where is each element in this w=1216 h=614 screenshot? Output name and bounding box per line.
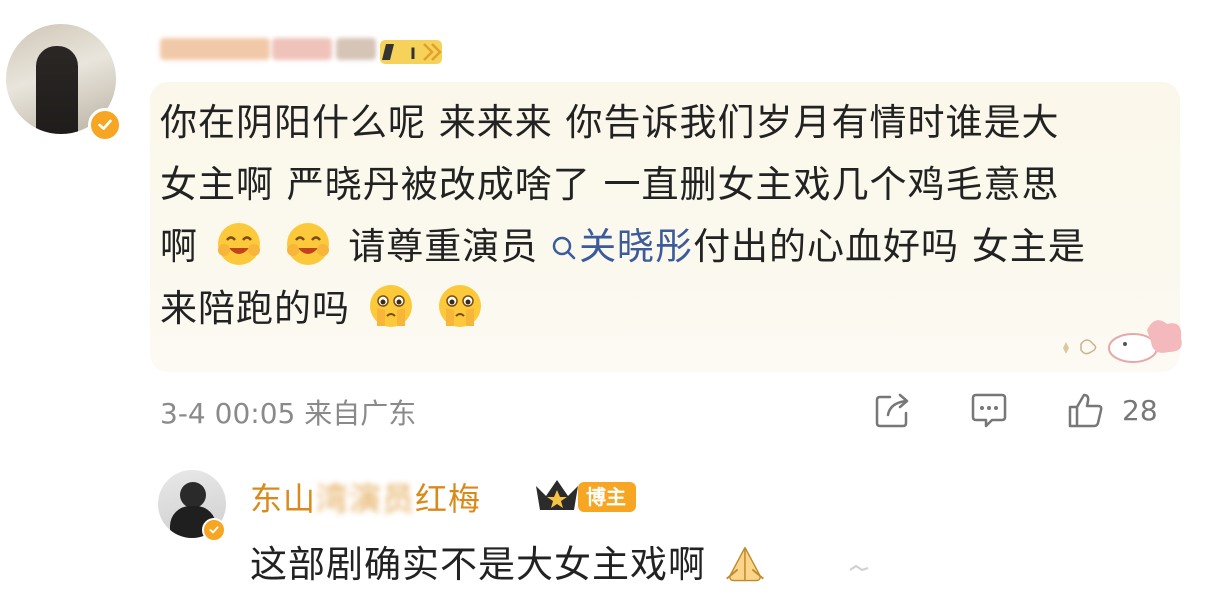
laughing-emoji-icon: [217, 223, 260, 265]
crying-emoji-icon: [438, 285, 481, 327]
comment-text-segment: 啊: [160, 225, 198, 268]
topic-link[interactable]: 关晓彤: [551, 225, 693, 268]
like-count: 28: [1122, 393, 1158, 427]
blurred-name-segment: [336, 38, 376, 60]
blurred-name-segment: [272, 38, 332, 60]
comment-text-segment: 付出的心血好吗 女主是: [693, 225, 1086, 268]
commenter-name-blurred[interactable]: I: [160, 34, 442, 68]
comment-line: 来陪跑的吗: [160, 278, 1160, 340]
avatar-head: [180, 482, 206, 508]
share-button[interactable]: [874, 390, 912, 430]
crying-emoji-icon: [369, 285, 412, 327]
reply-text: 这部剧确实不是大女主戏啊: [250, 543, 706, 586]
comment-icon: [971, 393, 1007, 428]
verified-icon: [202, 518, 226, 542]
pray-hands-emoji-icon: [725, 547, 764, 582]
share-icon: [875, 393, 909, 428]
sticker-decoration-icon: [1063, 320, 1182, 363]
level-badge-icon: I: [380, 40, 442, 64]
search-icon: [552, 236, 576, 260]
verified-icon: [88, 108, 122, 142]
avatar-figure: [36, 46, 78, 134]
svg-text:I: I: [410, 44, 416, 63]
like-button[interactable]: 28: [1066, 390, 1158, 430]
reply-body: 这部剧确实不是大女主戏啊: [250, 534, 771, 588]
blogger-badge: 博主: [578, 482, 636, 512]
blurred-name-segment: [160, 38, 270, 60]
topic-link-label: 关晓彤: [579, 225, 694, 268]
reply-name-part: 东山: [250, 480, 317, 518]
comment-body: 你在阴阳什么呢 来来来 你告诉我们岁月有情时谁是大 女主啊 严晓丹被改成啥了 一…: [160, 92, 1160, 340]
reply-name-part: 红梅: [415, 480, 482, 518]
comment-line: 啊 请尊重演员 关晓彤付出的心血好吗 女主是: [160, 216, 1160, 278]
weibo-comment-thread: I 你在阴阳什么呢 来来来 你告诉我们岁月有情时谁是大 女主啊 严晓丹被改成啥了…: [0, 0, 1216, 614]
comment-text-segment: 来陪跑的吗: [160, 287, 350, 330]
crown-icon: [536, 480, 578, 510]
sparkle-decoration-icon: [849, 564, 869, 572]
comment-line: 你在阴阳什么呢 来来来 你告诉我们岁月有情时谁是大: [160, 101, 1060, 144]
like-icon: [1068, 393, 1103, 428]
laughing-emoji-icon: [286, 223, 329, 265]
comment-meta: 3-4 00:05 来自广东: [160, 397, 417, 430]
comment-button[interactable]: [970, 390, 1008, 430]
comment-text-segment: 请尊重演员: [348, 225, 539, 268]
reply-name-blurred-part: 湾演员: [316, 480, 416, 518]
reply-author-name[interactable]: 东山湾演员红梅: [250, 474, 481, 520]
comment-line: 女主啊 严晓丹被改成啥了 一直删女主戏几个鸡毛意思: [160, 163, 1060, 206]
